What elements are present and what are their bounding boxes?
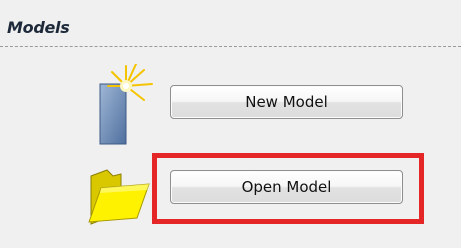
section-divider <box>0 46 461 47</box>
highlight-box <box>152 153 424 224</box>
new-model-button[interactable]: New Model <box>170 85 403 119</box>
models-panel: Models New Model Open Model <box>0 0 461 248</box>
folder-icon <box>88 169 150 225</box>
new-document-icon <box>99 64 153 145</box>
section-title: Models <box>7 18 70 37</box>
